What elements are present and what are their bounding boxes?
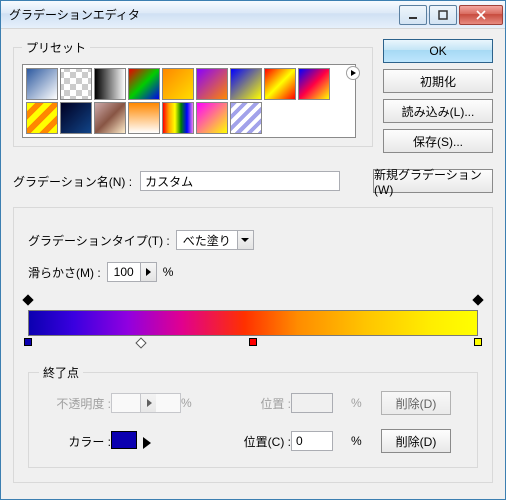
opacity-stops-track[interactable] <box>28 296 478 310</box>
gradient-type-select[interactable]: べた塗り <box>176 230 254 250</box>
position2-input[interactable] <box>291 431 333 451</box>
color-stops-track[interactable] <box>28 336 478 350</box>
preset-swatch[interactable] <box>264 68 296 100</box>
preset-grid <box>22 64 356 138</box>
stepper-arrow-icon <box>140 263 156 281</box>
gradient-bar[interactable] <box>28 310 478 336</box>
delete-opacity-stop-button: 削除(D) <box>381 391 451 415</box>
position1-label: 位置 : <box>231 395 291 412</box>
color-stop[interactable] <box>23 338 33 350</box>
gradient-type-value: べた塗り <box>177 232 237 249</box>
editor-fieldset: グラデーションタイプ(T) : べた塗り 滑らかさ(M) : 100 % <box>13 207 493 483</box>
close-button[interactable] <box>459 5 503 25</box>
preset-swatch[interactable] <box>230 102 262 134</box>
stepper-arrow-icon <box>140 394 156 412</box>
preset-swatch[interactable] <box>94 102 126 134</box>
gradient-name-label: グラデーション名(N) : <box>13 173 132 190</box>
position1-input <box>291 393 333 413</box>
percent-label: % <box>163 265 174 279</box>
color-popup-arrow-icon[interactable] <box>143 437 151 449</box>
presets-menu-icon[interactable] <box>346 66 360 80</box>
chevron-down-icon <box>237 231 253 249</box>
preset-swatch[interactable] <box>60 68 92 100</box>
titlebar: グラデーションエディタ <box>1 1 505 29</box>
smoothness-value: 100 <box>108 265 140 279</box>
preset-swatch[interactable] <box>298 68 330 100</box>
percent-label: % <box>181 396 201 410</box>
preset-swatch[interactable] <box>26 102 58 134</box>
smoothness-label: 滑らかさ(M) : <box>28 264 101 281</box>
minimize-button[interactable] <box>399 5 427 25</box>
preset-swatch[interactable] <box>196 68 228 100</box>
percent-label: % <box>351 396 371 410</box>
endpoint-legend: 終了点 <box>39 364 83 381</box>
preset-swatch[interactable] <box>128 102 160 134</box>
ok-button[interactable]: OK <box>383 39 493 63</box>
midpoint-icon[interactable] <box>135 337 146 348</box>
color-stop[interactable] <box>248 338 258 350</box>
preset-swatch[interactable] <box>230 68 262 100</box>
new-gradient-button[interactable]: 新規グラデーション(W) <box>373 169 493 193</box>
opacity-stepper <box>111 393 181 413</box>
sidebar: OK 初期化 読み込み(L)... 保存(S)... <box>383 39 493 153</box>
maximize-button[interactable] <box>429 5 457 25</box>
preset-swatch[interactable] <box>196 102 228 134</box>
preset-swatch[interactable] <box>60 102 92 134</box>
opacity-stop[interactable] <box>23 296 33 308</box>
opacity-label: 不透明度 : <box>39 395 111 412</box>
opacity-stop[interactable] <box>473 296 483 308</box>
preset-swatch[interactable] <box>26 68 58 100</box>
color-label: カラー : <box>39 433 111 450</box>
presets-legend: プリセット <box>22 39 90 56</box>
endpoint-fieldset: 終了点 不透明度 : % 位置 : % 削除(D) カラー : <box>28 364 478 468</box>
gradient-editor-window: グラデーションエディタ プリセット <box>0 0 506 500</box>
percent-label: % <box>351 434 371 448</box>
presets-fieldset: プリセット <box>13 39 373 147</box>
preset-swatch[interactable] <box>128 68 160 100</box>
window-buttons <box>399 5 503 25</box>
delete-color-stop-button[interactable]: 削除(D) <box>381 429 451 453</box>
preset-swatch[interactable] <box>162 102 194 134</box>
gradient-area <box>28 296 478 350</box>
preset-swatch[interactable] <box>162 68 194 100</box>
window-title: グラデーションエディタ <box>9 6 399 23</box>
preset-swatch[interactable] <box>94 68 126 100</box>
gradient-name-input[interactable] <box>140 171 340 191</box>
load-button[interactable]: 読み込み(L)... <box>383 99 493 123</box>
initialize-button[interactable]: 初期化 <box>383 69 493 93</box>
smoothness-stepper[interactable]: 100 <box>107 262 157 282</box>
color-stop[interactable] <box>473 338 483 350</box>
color-well[interactable] <box>111 431 137 449</box>
gradient-type-label: グラデーションタイプ(T) : <box>28 232 170 249</box>
save-button[interactable]: 保存(S)... <box>383 129 493 153</box>
position2-label: 位置(C) : <box>231 433 291 450</box>
